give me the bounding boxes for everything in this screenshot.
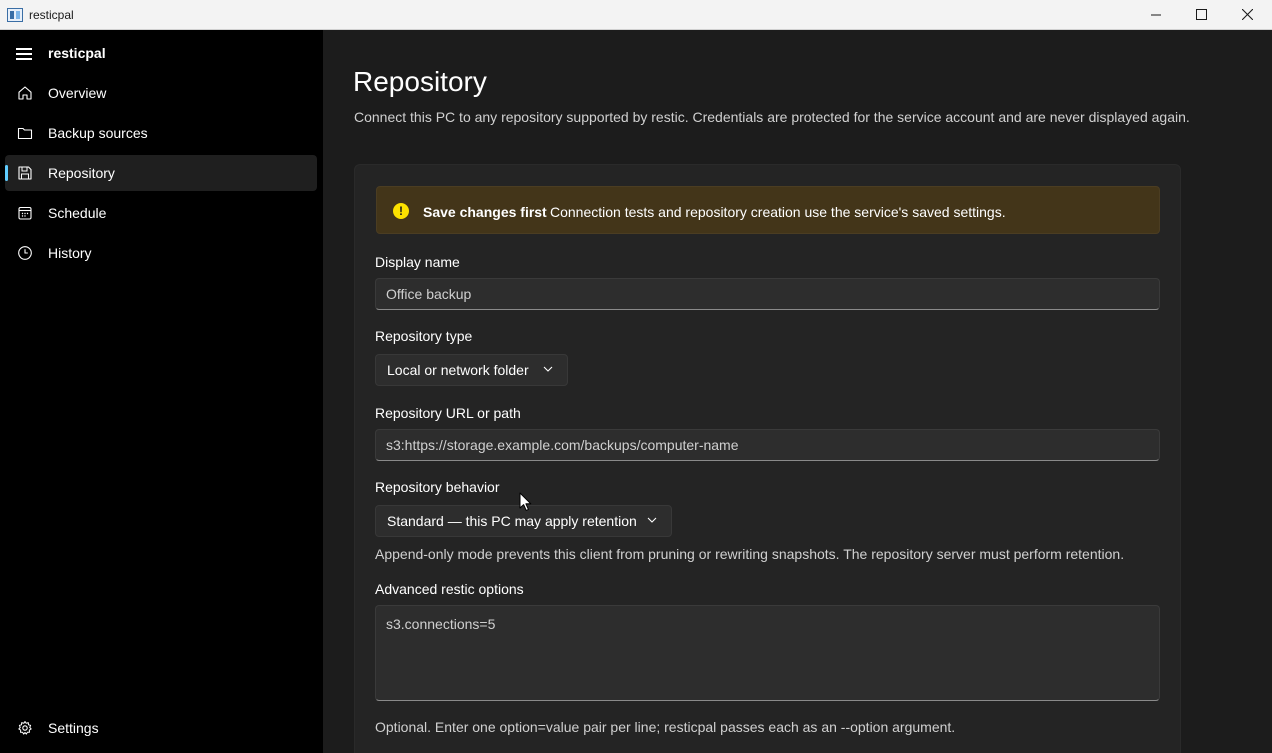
save-icon [18, 166, 32, 180]
maximize-button[interactable] [1178, 0, 1224, 29]
advanced-options-label: Advanced restic options [375, 581, 524, 597]
hamburger-menu-icon[interactable] [16, 46, 34, 60]
calendar-icon [18, 206, 32, 220]
close-icon [1241, 9, 1253, 20]
home-icon [18, 86, 32, 100]
warning-icon: ! [393, 203, 409, 219]
repository-type-label: Repository type [375, 328, 473, 344]
sidebar-item-label: Backup sources [48, 125, 148, 141]
main-content: Repository Connect this PC to any reposi… [323, 30, 1272, 753]
minimize-icon [1151, 14, 1161, 15]
sidebar-item-history[interactable]: History [5, 235, 317, 271]
gear-icon [18, 721, 32, 735]
display-name-label: Display name [375, 254, 460, 270]
sidebar-item-label: Repository [48, 165, 115, 181]
sidebar-item-repository[interactable]: Repository [5, 155, 317, 191]
folder-icon [17, 127, 33, 140]
mouse-cursor-icon [519, 492, 532, 511]
sidebar-item-settings[interactable]: Settings [5, 710, 317, 746]
repository-type-value: Local or network folder [387, 362, 529, 378]
sidebar-item-label: Settings [48, 720, 99, 736]
selection-indicator [5, 165, 8, 181]
sidebar-item-label: Schedule [48, 205, 107, 221]
clock-icon [18, 246, 32, 260]
window-title: resticpal [29, 8, 74, 22]
maximize-icon [1195, 9, 1207, 20]
app-name: resticpal [48, 45, 106, 61]
minimize-button[interactable] [1133, 0, 1179, 29]
sidebar-item-label: History [48, 245, 92, 261]
close-button[interactable] [1224, 0, 1270, 29]
repository-url-field[interactable]: s3:https://storage.example.com/backups/c… [375, 429, 1160, 461]
repository-behavior-helper: Append-only mode prevents this client fr… [375, 546, 1125, 562]
sidebar: resticpal Overview Backup sources Reposi… [0, 30, 323, 753]
repository-behavior-label: Repository behavior [375, 479, 500, 495]
chevron-down-icon [647, 517, 657, 523]
repository-type-dropdown[interactable]: Local or network folder [375, 354, 568, 386]
display-name-field[interactable]: Office backup [375, 278, 1160, 310]
repository-behavior-value: Standard — this PC may apply retention [387, 513, 637, 529]
warning-infobar: ! Save changes first Connection tests an… [376, 186, 1160, 234]
repository-settings-card: ! Save changes first Connection tests an… [354, 164, 1181, 753]
title-bar: resticpal [0, 0, 1272, 30]
infobar-title: Save changes first [423, 204, 547, 220]
app-icon [7, 8, 23, 22]
infobar-message: Connection tests and repository creation… [550, 204, 1006, 220]
repository-url-label: Repository URL or path [375, 405, 521, 421]
chevron-down-icon [543, 366, 553, 372]
advanced-options-helper: Optional. Enter one option=value pair pe… [375, 719, 956, 735]
sidebar-item-label: Overview [48, 85, 107, 101]
sidebar-item-schedule[interactable]: Schedule [5, 195, 317, 231]
advanced-options-textarea[interactable]: s3.connections=5 [375, 605, 1160, 701]
page-description: Connect this PC to any repository suppor… [354, 109, 1190, 125]
page-title: Repository [353, 66, 487, 97]
sidebar-item-overview[interactable]: Overview [5, 75, 317, 111]
sidebar-item-backup-sources[interactable]: Backup sources [5, 115, 317, 151]
